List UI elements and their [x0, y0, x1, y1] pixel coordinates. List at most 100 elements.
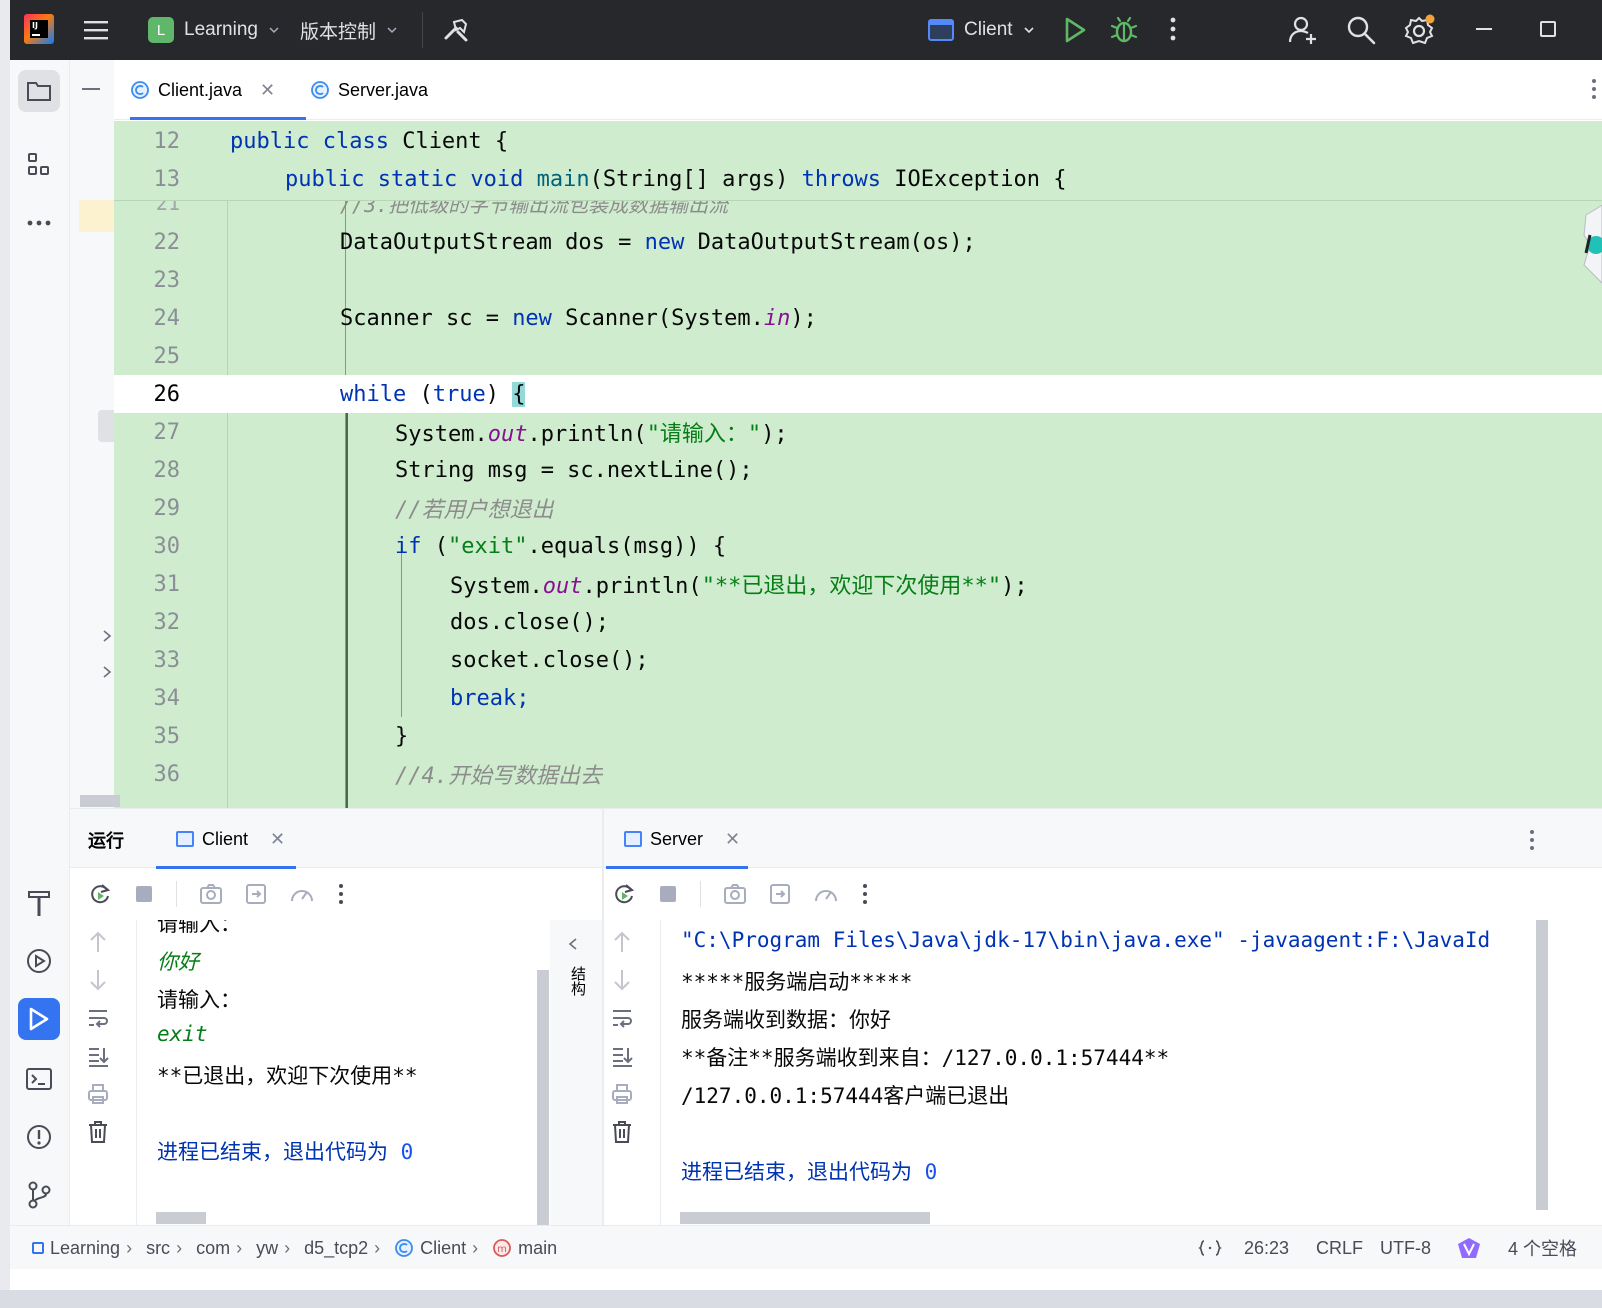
soft-wrap-icon[interactable]	[86, 1006, 110, 1030]
editor-horizontal-scrollbar[interactable]	[80, 795, 120, 807]
vcs-widget[interactable]: 版本控制	[300, 12, 398, 48]
trash-icon[interactable]	[611, 1120, 633, 1144]
project-switcher[interactable]: L Learning	[140, 12, 288, 48]
profiler-icon[interactable]	[813, 883, 839, 905]
hammer-icon[interactable]	[442, 16, 470, 44]
left-tool-strip	[10, 60, 70, 1225]
vertical-scrollbar[interactable]	[537, 970, 549, 1225]
debug-bug-icon[interactable]	[1110, 15, 1138, 45]
line-number: 24	[153, 305, 181, 331]
breadcrumb-item[interactable]: d5_tcp2	[304, 1238, 368, 1259]
chevron-right-icon: ›	[374, 1237, 381, 1258]
client-console[interactable]: 请输入： 你好 请输入： exit **已退出，欢迎下次使用** 进程已结束，退…	[136, 920, 536, 1225]
more-vertical-icon[interactable]	[1590, 78, 1598, 104]
exit-icon[interactable]	[245, 883, 267, 905]
indent-setting[interactable]: 4 个空格	[1508, 1226, 1577, 1270]
method-icon: m	[493, 1239, 512, 1257]
line-separator[interactable]: CRLF	[1316, 1226, 1363, 1270]
breadcrumb-item[interactable]: main	[518, 1238, 557, 1259]
stop-icon[interactable]	[134, 884, 154, 904]
more-vertical-icon[interactable]	[861, 883, 869, 905]
code-line: 34 break;	[114, 679, 1602, 717]
server-console[interactable]: "C:\Program Files\Java\jdk-17\bin\java.e…	[660, 920, 1536, 1225]
project-name: Learning	[184, 19, 258, 40]
code-comment: //若用户想退出	[395, 498, 554, 523]
horizontal-scrollbar[interactable]	[156, 1212, 206, 1224]
chevron-left-icon[interactable]	[566, 936, 580, 952]
chevron-right-icon[interactable]	[100, 628, 114, 644]
more-vertical-icon[interactable]	[1168, 16, 1178, 42]
minimize-button[interactable]	[1476, 28, 1492, 30]
hamburger-menu-icon[interactable]	[82, 16, 112, 44]
file-encoding[interactable]: UTF-8	[1380, 1226, 1431, 1270]
breadcrumb-item[interactable]: yw	[256, 1238, 278, 1259]
chevron-down-icon	[1024, 27, 1034, 34]
run-configuration-selector[interactable]: Client	[928, 12, 1035, 48]
tab-server-run[interactable]: Server ✕	[606, 809, 748, 869]
tab-client-run[interactable]: Client ✕	[156, 809, 296, 869]
tab-client-java[interactable]: Client.java ✕	[130, 60, 306, 120]
search-icon[interactable]	[1346, 15, 1376, 45]
code-text: public static void main(String[] args) t…	[285, 166, 1067, 192]
more-vertical-icon[interactable]	[1528, 829, 1536, 851]
camera-icon[interactable]	[723, 883, 747, 905]
build-hammer-icon[interactable]	[18, 882, 60, 924]
code-line: 32 dos.close();	[114, 603, 1602, 641]
print-icon[interactable]	[610, 1082, 634, 1106]
structure-panel-label[interactable]: 结构	[568, 966, 587, 996]
scroll-to-end-icon[interactable]	[86, 1044, 110, 1068]
chevron-right-icon[interactable]	[100, 664, 114, 680]
exit-icon[interactable]	[769, 883, 791, 905]
folder-icon[interactable]	[18, 70, 60, 112]
console-line: *****服务端启动*****	[681, 970, 913, 994]
terminal-icon[interactable]	[18, 1058, 60, 1100]
desktop-bottom-edge	[0, 1290, 1602, 1308]
close-icon[interactable]: ✕	[270, 829, 285, 850]
vertical-scrollbar[interactable]	[1536, 920, 1548, 1210]
client-console-side-tools	[70, 930, 126, 1144]
caret-position[interactable]: 26:23	[1244, 1226, 1289, 1270]
code-editor[interactable]: 12 public class Client { 13 public stati…	[114, 121, 1602, 808]
app-logo-icon[interactable]: IJ	[24, 14, 54, 44]
soft-wrap-icon[interactable]	[610, 1006, 634, 1030]
trash-icon[interactable]	[87, 1120, 109, 1144]
git-icon[interactable]	[18, 1174, 60, 1216]
services-icon[interactable]	[18, 940, 60, 982]
run-icon[interactable]	[1062, 16, 1088, 44]
run-panel-icon[interactable]	[18, 998, 60, 1040]
java-class-icon	[311, 81, 329, 99]
scroll-to-end-icon[interactable]	[610, 1044, 634, 1068]
profiler-icon[interactable]	[289, 883, 315, 905]
settings-gear-icon[interactable]	[1404, 14, 1436, 46]
code-block-icon[interactable]	[1198, 1226, 1222, 1270]
close-icon[interactable]: ✕	[260, 80, 275, 101]
arrow-down-icon[interactable]	[611, 968, 633, 992]
structure-icon[interactable]	[18, 144, 60, 186]
print-icon[interactable]	[86, 1082, 110, 1106]
arrow-up-icon[interactable]	[611, 930, 633, 954]
rerun-icon[interactable]	[612, 882, 636, 906]
code-text: System.out.println("请输入：");	[395, 422, 788, 447]
breadcrumb-item[interactable]: Learning	[50, 1238, 120, 1259]
more-vertical-icon[interactable]	[337, 883, 345, 905]
plugin-status-icon[interactable]	[1456, 1226, 1482, 1270]
breadcrumb-item[interactable]: Client	[420, 1238, 466, 1259]
ai-assistant-icon[interactable]	[1566, 204, 1602, 285]
more-horizontal-icon[interactable]	[18, 202, 60, 244]
maximize-button[interactable]	[1540, 21, 1556, 37]
stop-icon[interactable]	[658, 884, 678, 904]
arrow-down-icon[interactable]	[87, 968, 109, 992]
rerun-icon[interactable]	[88, 882, 112, 906]
camera-icon[interactable]	[199, 883, 223, 905]
breadcrumb-item[interactable]: com	[196, 1238, 230, 1259]
horizontal-scrollbar[interactable]	[680, 1212, 930, 1224]
collapse-icon[interactable]	[82, 88, 100, 90]
code-line: 27 System.out.println("请输入：");	[114, 413, 1602, 451]
add-user-icon[interactable]	[1288, 15, 1318, 45]
code-text: DataOutputStream dos = new DataOutputStr…	[340, 229, 976, 255]
close-icon[interactable]: ✕	[725, 829, 740, 850]
problems-icon[interactable]	[18, 1116, 60, 1158]
arrow-up-icon[interactable]	[87, 930, 109, 954]
tab-server-java[interactable]: Server.java	[310, 60, 428, 120]
breadcrumb-item[interactable]: src	[146, 1238, 170, 1259]
